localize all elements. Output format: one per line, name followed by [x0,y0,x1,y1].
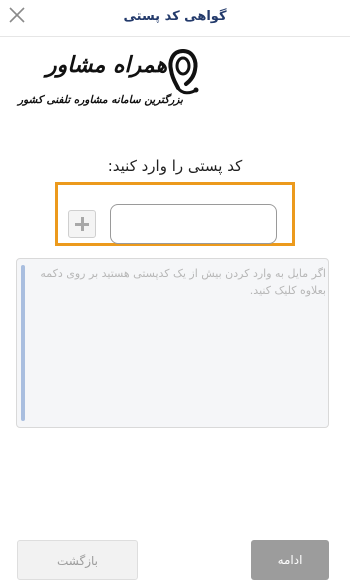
add-postal-code-button[interactable] [68,210,96,238]
postal-code-prompt: کد پستی را وارد کنید: [107,157,243,175]
page-title: گواهی کد پستی [123,9,227,24]
description-textarea[interactable] [29,265,330,421]
continue-button[interactable]: ادامه [251,540,329,580]
headset-logo-icon [168,49,199,95]
plus-icon-stroke [81,217,84,231]
description-field[interactable] [16,258,330,428]
header-bar: گواهی کد پستی [0,0,350,37]
brand-logo: همراه مشاور بزرگترین سامانه مشاوره تلفنی… [18,48,199,110]
textarea-scrollbar[interactable] [21,265,25,421]
back-button[interactable]: بازگشت [17,540,138,580]
logo-brand-text: همراه مشاور [46,52,168,78]
logo-tagline: بزرگترین سامانه مشاوره تلفنی کشور [18,94,183,106]
postal-code-input[interactable] [110,204,277,244]
